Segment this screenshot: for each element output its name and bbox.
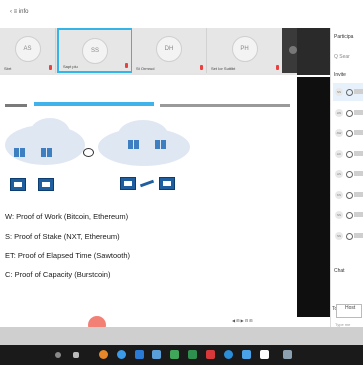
slide-divider [160, 104, 290, 107]
participant-row[interactable]: SS [333, 206, 363, 224]
mic-muted-icon [49, 65, 52, 70]
firefox-icon[interactable] [99, 350, 108, 359]
chrome-icon[interactable] [117, 350, 126, 359]
shared-screen [0, 77, 296, 317]
video-tile[interactable]: PH Set Ior Suttlbt [207, 28, 283, 73]
avatar: AC [335, 150, 343, 158]
link-icon [83, 148, 94, 157]
chevron-right-icon [289, 46, 297, 54]
slide-divider-accent [34, 102, 154, 106]
avatar: AS [335, 170, 343, 178]
avatar: SS [335, 211, 343, 219]
video-icon [346, 89, 353, 96]
server-icon [155, 140, 160, 149]
video-tile[interactable]: AS Sbrt [0, 28, 56, 73]
participant-name [354, 110, 363, 115]
video-icon [346, 110, 353, 117]
mic-muted-icon [125, 63, 128, 68]
avatar: LW [335, 109, 343, 117]
app-icon[interactable] [206, 350, 215, 359]
slide-text-line: C: Proof of Capacity (Burstcoin) [5, 270, 111, 279]
video-tile-active[interactable]: SS Sapt plu [57, 28, 133, 73]
server-icon [47, 148, 52, 157]
video-icon [346, 151, 353, 158]
video-tile[interactable]: DH St Ormrud [132, 28, 207, 73]
avatar: PH [231, 36, 258, 62]
participant-name [354, 212, 363, 217]
avatar: SS [335, 88, 343, 96]
participant-name [354, 171, 363, 176]
edge-icon[interactable] [224, 350, 233, 359]
task-view-icon[interactable] [73, 352, 79, 358]
app-icon[interactable] [283, 350, 292, 359]
app-icon[interactable] [260, 350, 269, 359]
participant-row[interactable]: AW [333, 124, 363, 142]
participant-name [354, 192, 363, 197]
server-icon [20, 148, 25, 157]
app-icon[interactable] [188, 350, 197, 359]
participant-row[interactable]: SS [333, 227, 363, 245]
panel-title: Participa [334, 34, 354, 40]
participant-name [354, 151, 363, 156]
computer-icon [38, 178, 54, 191]
search-icon[interactable] [55, 352, 61, 358]
slide-divider [5, 104, 27, 107]
video-icon [346, 233, 353, 240]
chat-title: Chat [334, 268, 345, 274]
avatar: AS [14, 36, 41, 62]
server-icon [161, 140, 166, 149]
window-bottom-band [0, 327, 363, 345]
participant-row[interactable]: LW [333, 104, 363, 122]
video-icon [346, 212, 353, 219]
participant-name [354, 89, 363, 94]
invite-section[interactable]: Invite [334, 72, 346, 78]
zoom-icon[interactable] [242, 350, 251, 359]
avatar: SS [82, 38, 108, 64]
app-icon[interactable] [170, 350, 179, 359]
avatar: DH [156, 36, 182, 62]
slide-text-line: W: Proof of Work (Bitcoin, Ethereum) [5, 212, 129, 221]
avatar: AW [335, 129, 343, 137]
participant-row[interactable]: AS [333, 165, 363, 183]
participant-name [354, 233, 363, 238]
computer-icon [10, 178, 26, 191]
server-icon [128, 140, 133, 149]
participant-row[interactable]: KS [333, 186, 363, 204]
tile-name: Sapt plu [63, 64, 78, 69]
participant-row[interactable]: AC [333, 145, 363, 163]
server-icon [41, 148, 46, 157]
tile-name: St Ormrud [136, 66, 155, 71]
strip-dark-area [297, 28, 330, 75]
participant-row[interactable]: SS [333, 83, 363, 101]
chat-recipient-value: Host [345, 305, 356, 311]
server-icon [134, 140, 139, 149]
video-icon [346, 192, 353, 199]
meeting-topbar: ‹ ≡ info [0, 0, 330, 28]
mic-muted-icon [276, 65, 279, 70]
avatar: SS [335, 232, 343, 240]
server-icon [14, 148, 19, 157]
slide-text-line: S: Proof of Stake (NXT, Ethereum) [5, 232, 120, 241]
presenter-dark-area [297, 77, 330, 317]
slide-text-line: ET: Proof of Elapsed Time (Sawtooth) [5, 251, 131, 260]
avatar: KS [335, 191, 343, 199]
slide-nav-controls[interactable]: ◀ ⊞ ▶ ⊟ ⊞ [232, 318, 253, 323]
mic-muted-icon [200, 65, 203, 70]
tile-name: Set Ior Suttlbt [211, 66, 236, 71]
topbar-label: ‹ ≡ info [10, 9, 29, 15]
tile-name: Sbrt [4, 66, 12, 71]
app-icon[interactable] [135, 350, 144, 359]
computer-icon [120, 177, 136, 190]
video-icon [346, 130, 353, 137]
computer-icon [159, 177, 175, 190]
network-cloud [30, 118, 70, 148]
file-explorer-icon[interactable] [152, 350, 161, 359]
video-icon [346, 171, 353, 178]
participant-name [354, 130, 363, 135]
participant-search[interactable]: Q Sear [334, 54, 350, 60]
video-strip: AS Sbrt SS Sapt plu DH St Ormrud PH Set … [0, 28, 330, 75]
